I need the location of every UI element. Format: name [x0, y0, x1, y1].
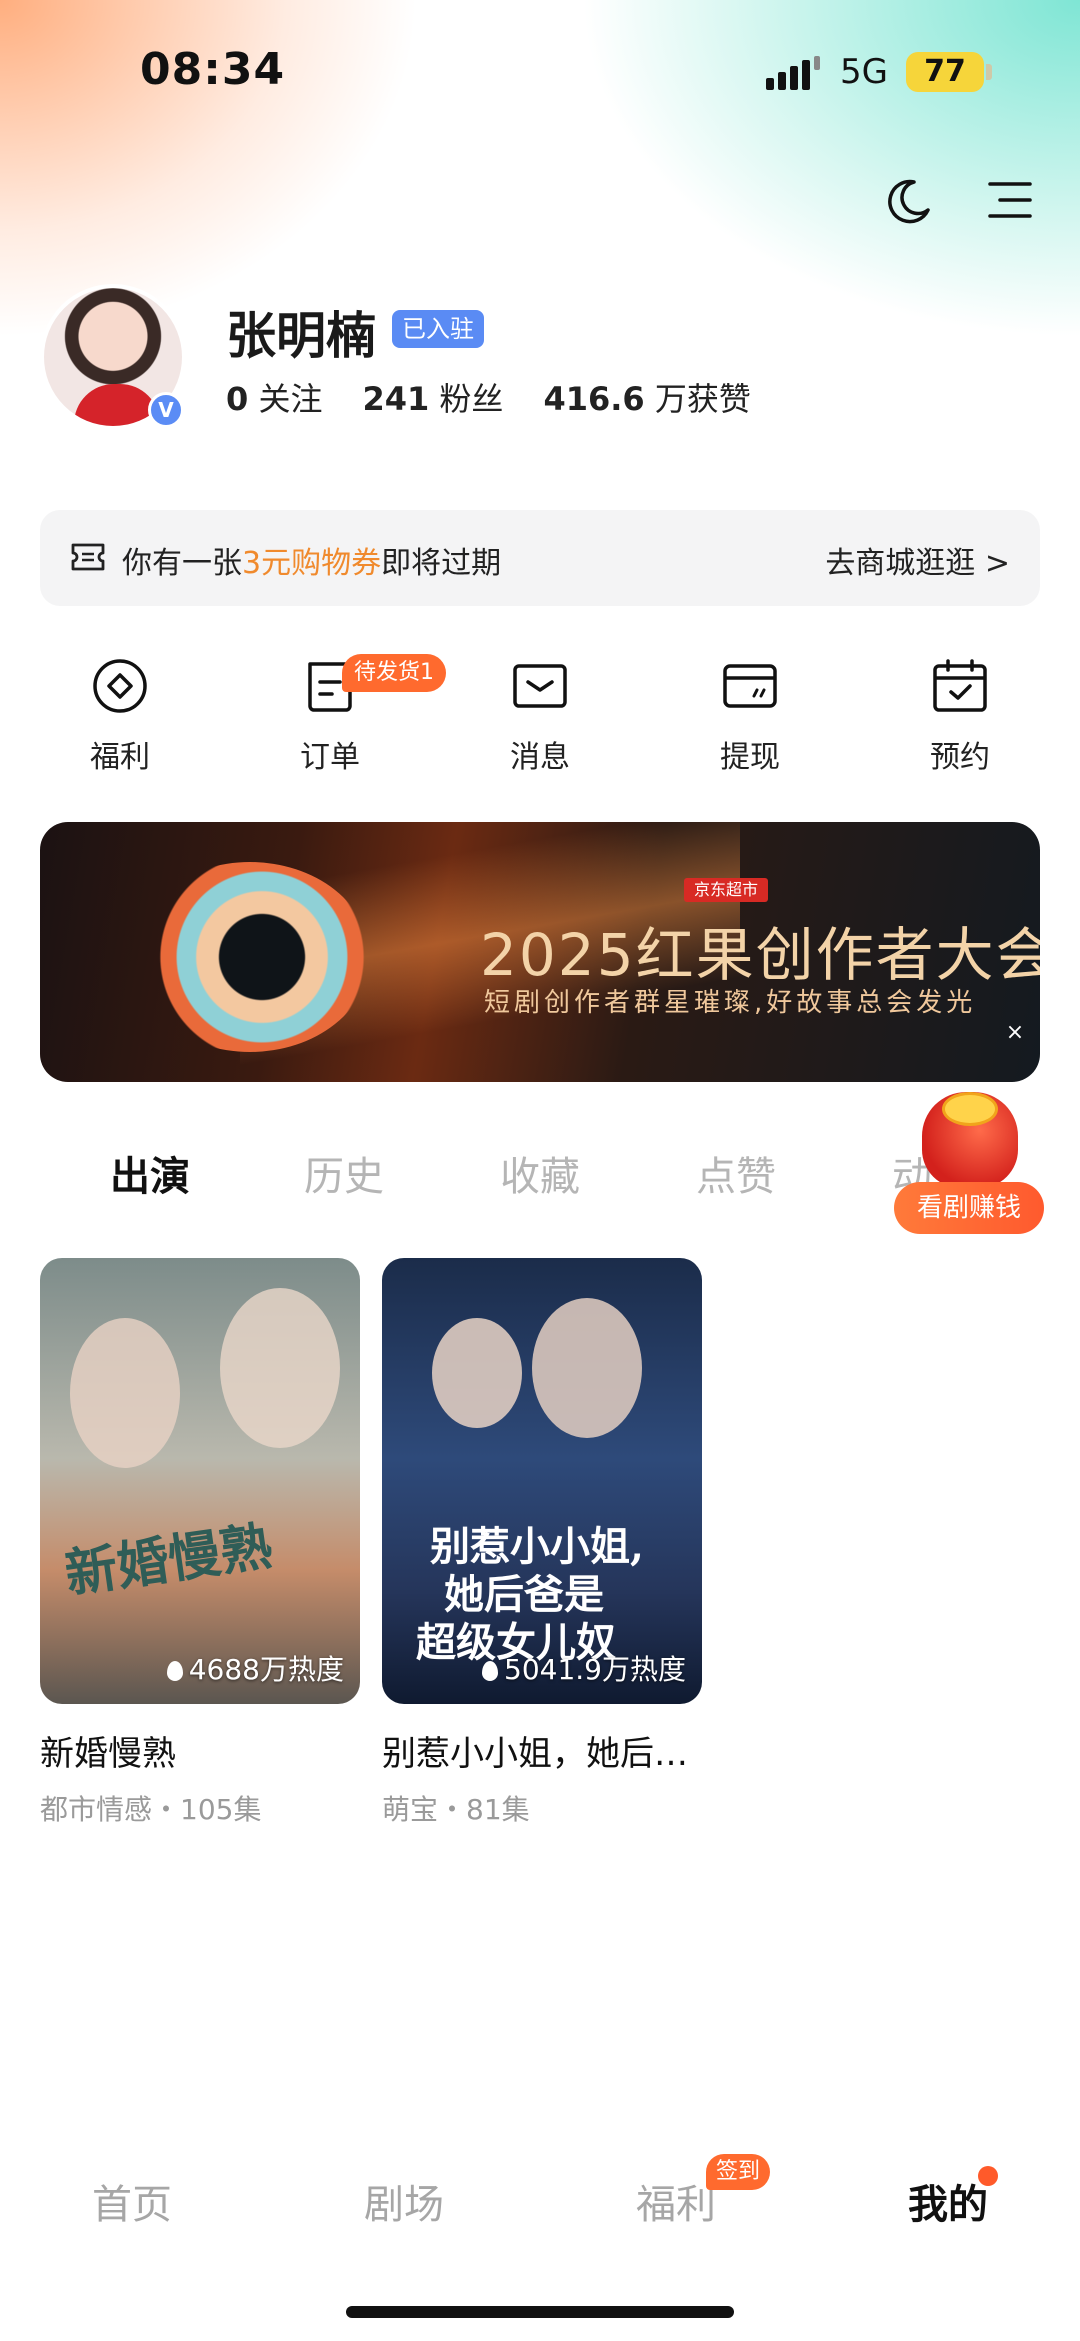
heat-count: 4688万热度 — [166, 1648, 344, 1688]
signal-icon — [766, 56, 820, 90]
banner-subtitle: 短剧创作者群星璀璨,好故事总会发光 — [484, 988, 977, 1018]
battery-icon: 77 — [906, 52, 992, 92]
network-type: 5G — [840, 52, 888, 92]
drama-poster[interactable]: 新婚慢熟 4688万热度 — [40, 1258, 360, 1704]
profile-stats: 0 关注 241 粉丝 416.6 万获赞 — [226, 374, 751, 420]
poster-art-text: 新婚慢熟 — [61, 1515, 276, 1606]
pending-shipment-badge: 待发货1 — [342, 654, 446, 692]
banner-close-icon[interactable]: × — [1000, 1018, 1030, 1048]
nav-home[interactable]: 首页 — [92, 2172, 172, 2230]
flame-icon — [166, 1661, 183, 1681]
nav-welfare[interactable]: 福利 — [636, 2172, 716, 2230]
tab-likes[interactable]: 点赞 — [696, 1144, 776, 1202]
flame-icon — [482, 1661, 499, 1681]
stat-following[interactable]: 0 关注 — [226, 374, 322, 420]
stat-followers[interactable]: 241 粉丝 — [362, 374, 503, 420]
joined-badge: 已入驻 — [392, 310, 484, 348]
coupon-icon — [71, 543, 105, 571]
heat-count: 5041.9万热度 — [482, 1648, 686, 1688]
drama-poster[interactable]: 别惹小小姐, 她后爸是 超级女儿奴 5041.9万热度 — [382, 1258, 702, 1704]
quick-action-withdraw[interactable]: 提现 — [670, 656, 830, 786]
notification-dot — [978, 2166, 998, 2186]
coupon-banner[interactable]: 你有一张3元购物券即将过期 去商城逛逛 > — [40, 510, 1040, 606]
drama-meta: 萌宝・81集 — [382, 1793, 530, 1826]
coupon-message: 你有一张3元购物券即将过期 — [122, 546, 502, 581]
home-indicator[interactable] — [346, 2306, 734, 2318]
banner-sponsor-tag: 京东超市 — [684, 878, 769, 902]
welfare-icon — [93, 659, 147, 713]
quick-action-welfare[interactable]: 福利 — [40, 656, 200, 786]
watch-earn-button[interactable]: 看剧赚钱 — [894, 1086, 1044, 1236]
tab-favorites[interactable]: 收藏 — [500, 1144, 580, 1202]
drama-title[interactable]: 别惹小小姐，她后… — [382, 1726, 688, 1775]
battery-level: 77 — [924, 54, 966, 89]
status-time: 08:34 — [140, 44, 286, 95]
quick-action-message[interactable]: 消息 — [460, 656, 620, 786]
night-mode-icon[interactable] — [884, 176, 934, 226]
stat-likes: 416.6 万获赞 — [543, 380, 751, 418]
tab-history[interactable]: 历史 — [304, 1144, 384, 1202]
verified-icon: V — [148, 392, 184, 428]
watch-earn-label: 看剧赚钱 — [894, 1182, 1044, 1234]
hongguo-logo-icon — [130, 862, 370, 1052]
tab-acting[interactable]: 出演 — [110, 1144, 190, 1202]
calendar-icon — [933, 659, 987, 712]
checkin-badge: 签到 — [706, 2154, 771, 2190]
promo-banner[interactable]: 京东超市 2025红果创作者大会 短剧创作者群星璀璨,好故事总会发光 × — [40, 822, 1040, 1082]
drama-meta: 都市情感・105集 — [40, 1793, 262, 1826]
banner-title: 2025红果创作者大会 — [480, 921, 1040, 989]
nav-theater[interactable]: 剧场 — [364, 2172, 444, 2230]
nav-me[interactable]: 我的 — [908, 2172, 988, 2230]
go-mall-link[interactable]: 去商城逛逛 > — [825, 538, 1010, 582]
drama-title[interactable]: 新婚慢熟 — [40, 1726, 176, 1775]
menu-icon[interactable] — [988, 178, 1032, 222]
message-icon — [513, 664, 567, 708]
wallet-icon — [723, 664, 777, 708]
quick-action-booking[interactable]: 预约 — [880, 656, 1040, 786]
profile-name: 张明楠 — [226, 307, 376, 365]
